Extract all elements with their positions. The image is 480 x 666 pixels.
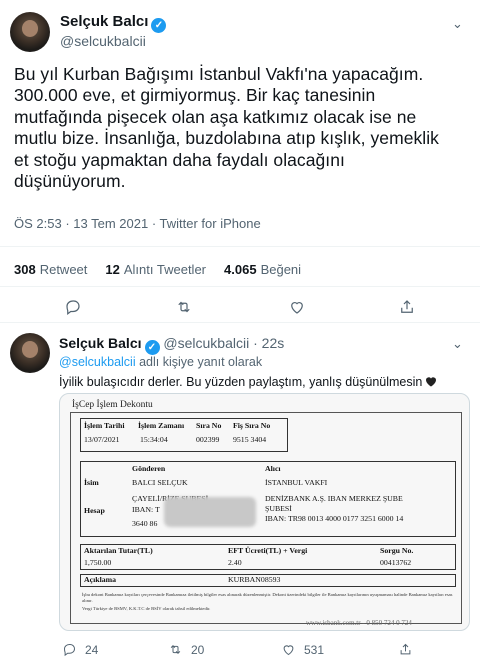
receipt-query-label: Sorgu No.: [380, 546, 414, 555]
like-icon[interactable]: [288, 298, 306, 321]
author-name-text[interactable]: Selçuk Balcı: [60, 13, 148, 30]
receipt-receiver-bank: DENİZBANK A.Ş. IBAN MERKEZ ŞUBE: [265, 494, 403, 503]
receipt-v-slip: 9515 3404: [233, 435, 267, 444]
reply-author[interactable]: Selçuk Balcı ✓ @selcukbalcii · 22s: [59, 335, 284, 355]
author-name[interactable]: Selçuk Balcı ✓: [60, 13, 167, 33]
receipt-sender-iban: IBAN: T: [132, 505, 160, 514]
tweet-source[interactable]: Twitter for iPhone: [160, 216, 261, 231]
tweet-time[interactable]: ÖS 2:53: [14, 216, 62, 231]
tweet-meta: ÖS 2:53 · 13 Tem 2021 · Twitter for iPho…: [14, 216, 261, 231]
replying-to: @selcukbalcii adlı kişiye yanıt olarak: [59, 355, 262, 369]
receipt-v-date: 13/07/2021: [84, 435, 120, 444]
more-options-icon[interactable]: ⌄: [452, 336, 463, 352]
retweets-stat[interactable]: 308 Retweet: [14, 262, 87, 277]
receipt-v-seq: 002399: [196, 435, 220, 444]
likes-stat[interactable]: 4.065 Beğeni: [224, 262, 301, 277]
like-count: 531: [304, 642, 325, 657]
receipt-footer-tax: Vergi Türkiye de BSMV, K.K.T.C de BSİV o…: [82, 606, 211, 611]
replying-to-suffix: adlı kişiye yanıt olarak: [139, 355, 263, 369]
redacted-iban: [164, 497, 256, 527]
retweets-count: 308: [14, 262, 36, 277]
receipt-receiver-branch: ŞUBESİ: [265, 504, 292, 513]
reply-author-handle[interactable]: @selcukbalcii: [163, 335, 249, 351]
receipt-h-date: İşlem Tarihi: [84, 421, 125, 430]
reply-text-body: İyilik bulaşıcıdır derler. Bu yüzden pay…: [59, 375, 423, 389]
likes-label: Beğeni: [260, 262, 302, 277]
avatar[interactable]: [10, 333, 50, 373]
reply-like-button[interactable]: 531: [281, 642, 324, 657]
author-handle[interactable]: @selcukbalcii: [60, 33, 146, 49]
retweet-icon: [170, 645, 181, 654]
receipt-amount-label: Aktarılan Tutar(TL): [84, 546, 153, 555]
avatar[interactable]: [10, 12, 50, 52]
receipt-query-no: 00413762: [380, 558, 412, 567]
tweet-text: Bu yıl Kurban Bağışımı İstanbul Vakfı'na…: [14, 64, 439, 192]
receipt-fee: 2.40: [228, 558, 242, 567]
like-icon: [283, 645, 294, 656]
receipt-title: İşCep İşlem Dekontu: [72, 400, 153, 410]
retweets-label: Retweet: [39, 262, 88, 277]
tweet-stats: 308 Retweet 12 Alıntı Tweetler 4.065 Beğeni: [14, 262, 319, 277]
receipt-receiver-name: İSTANBUL VAKFI: [265, 478, 328, 487]
receipt-fee-label: EFT Ücreti(TL) + Vergi: [228, 546, 308, 555]
share-icon[interactable]: [398, 298, 416, 321]
divider: [0, 246, 480, 247]
retweet-count: 20: [191, 642, 205, 657]
reply-icon[interactable]: [64, 298, 82, 321]
quotes-stat[interactable]: 12 Alıntı Tweetler: [105, 262, 206, 277]
receipt-h-slip: Fiş Sıra No: [233, 421, 271, 430]
reply-share-button[interactable]: [398, 642, 413, 657]
tweet-actions: [0, 296, 480, 320]
reply-icon: [63, 644, 76, 657]
quotes-count: 12: [105, 262, 120, 277]
receipt-account-label: Hesap: [84, 506, 105, 515]
receipt-sender-label: Gönderen: [132, 464, 166, 473]
receipt-footer-web: www.isbank.com.tr - 0 850 724 0 724: [306, 619, 412, 627]
receipt-sender-name: BALCI SELÇUK: [132, 478, 188, 487]
replying-to-handle[interactable]: @selcukbalcii: [59, 355, 136, 369]
retweet-icon[interactable]: [175, 298, 193, 321]
divider: [0, 286, 480, 287]
reply-count: 24: [85, 642, 99, 657]
receipt-receiver-iban: IBAN: TR98 0013 4000 0177 3251 6000 14: [265, 514, 404, 523]
receipt-footer-notice: İşbu dekont Bankamız kayıtları çerçevesi…: [82, 592, 453, 603]
reply-text: İyilik bulaşıcıdır derler. Bu yüzden pay…: [59, 375, 437, 389]
likes-count: 4.065: [224, 262, 257, 277]
black-heart-icon: [426, 377, 437, 387]
receipt-desc: KURBAN08593: [228, 575, 281, 584]
receipt-image[interactable]: İşCep İşlem Dekontu İşlem Tarihi İşlem Z…: [59, 393, 470, 631]
reply-age[interactable]: 22s: [262, 335, 285, 351]
receipt-h-time: İşlem Zamanı: [138, 421, 185, 430]
receipt-v-time: 15:34:04: [140, 435, 168, 444]
reply-author-name[interactable]: Selçuk Balcı: [59, 335, 142, 351]
divider: [0, 322, 480, 323]
reply-actions: 24 20 531: [0, 642, 480, 662]
more-options-icon[interactable]: ⌄: [452, 16, 463, 32]
receipt-h-seq: Sıra No: [196, 421, 222, 430]
receipt-sender-account: 3640 86: [132, 519, 158, 528]
reply-reply-button[interactable]: 24: [62, 642, 98, 657]
receipt-amount: 1,750.00: [84, 558, 112, 567]
receipt-desc-label: Açıklama: [84, 575, 117, 584]
quotes-label: Alıntı Tweetler: [123, 262, 207, 277]
receipt-name-label: İsim: [84, 478, 99, 487]
reply-retweet-button[interactable]: 20: [168, 642, 204, 657]
share-icon: [400, 643, 411, 655]
verified-badge-icon: ✓: [151, 18, 167, 33]
verified-badge-icon: ✓: [144, 340, 160, 355]
tweet-date[interactable]: 13 Tem 2021: [73, 216, 148, 231]
receipt-receiver-label: Alıcı: [265, 464, 281, 473]
